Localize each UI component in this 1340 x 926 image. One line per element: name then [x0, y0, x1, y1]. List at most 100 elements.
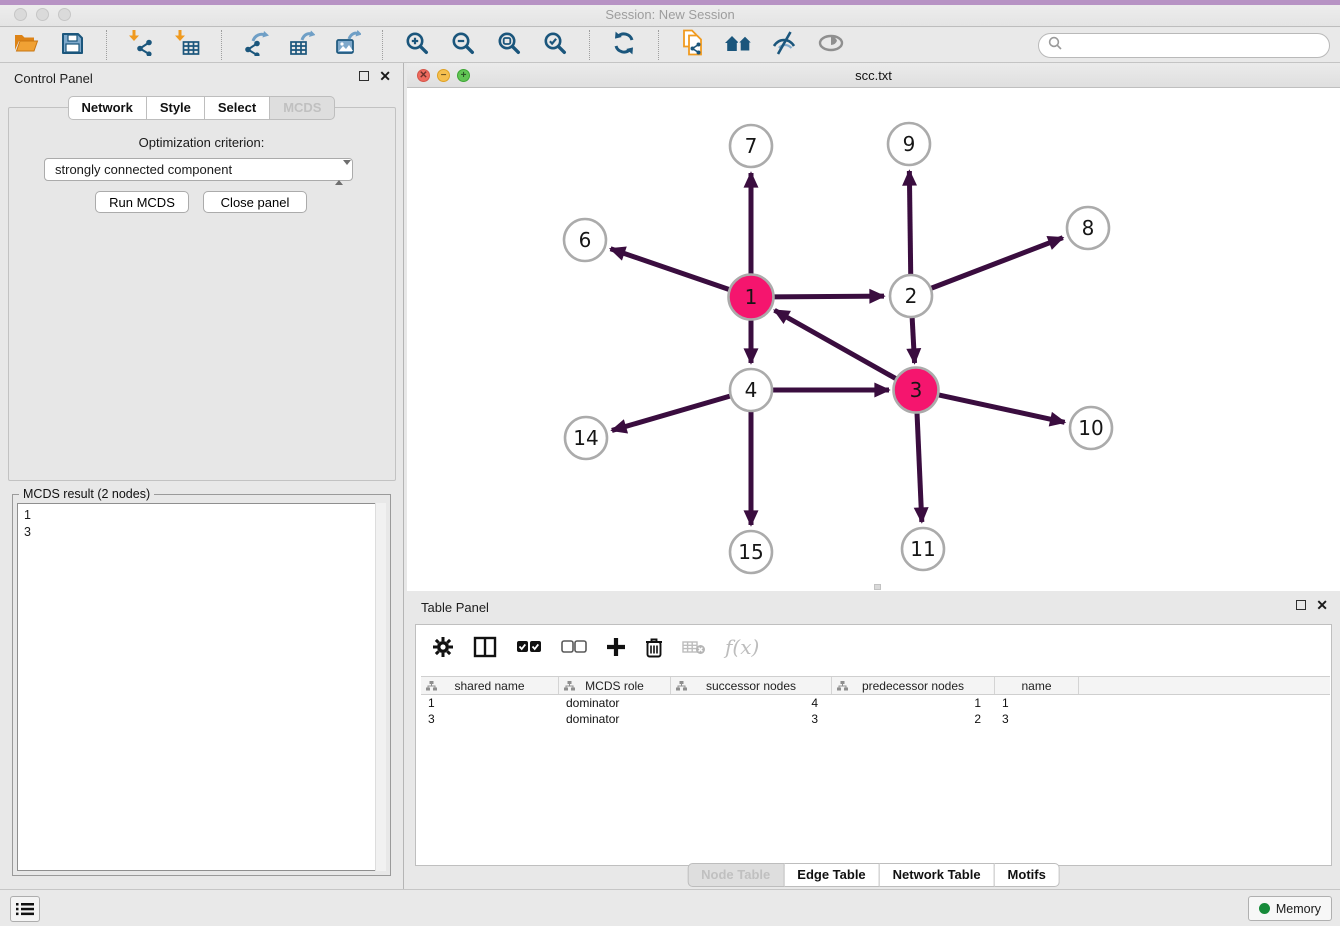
first-neighbors-button[interactable]	[723, 30, 755, 60]
window-title: Session: New Session	[0, 7, 1340, 22]
zoom-out-button[interactable]	[447, 30, 479, 60]
deselect-all-button[interactable]	[561, 640, 587, 654]
column-header-name[interactable]: name	[995, 677, 1079, 694]
column-header-successor-nodes[interactable]: successor nodes	[671, 677, 832, 694]
column-header-predecessor-nodes[interactable]: predecessor nodes	[832, 677, 995, 694]
delete-table-icon	[682, 639, 706, 655]
result-scrollbar[interactable]	[375, 503, 386, 871]
toggle-graphics-details-button[interactable]	[769, 30, 801, 60]
graph-edge-1-6[interactable]	[611, 249, 731, 290]
graph-node-label-1: 1	[745, 285, 758, 309]
delete-column-button[interactable]	[645, 637, 663, 658]
graph-edge-2-8[interactable]	[932, 238, 1063, 288]
search-input[interactable]	[1067, 38, 1320, 53]
open-session-button[interactable]	[10, 30, 42, 60]
graph-node-label-4: 4	[745, 378, 758, 402]
float-table-panel-icon[interactable]	[1296, 600, 1306, 610]
graph-edge-3-11[interactable]	[917, 412, 922, 522]
graph-node-label-6: 6	[579, 228, 592, 252]
list-icon	[16, 902, 34, 916]
mcds-result-text[interactable]: 1 3	[17, 503, 386, 871]
graph-node-label-8: 8	[1082, 216, 1095, 240]
app-titlebar: Session: New Session	[0, 0, 1340, 27]
eye-icon	[817, 32, 845, 59]
tab-select[interactable]: Select	[205, 96, 270, 120]
mcds-result-title: MCDS result (2 nodes)	[19, 487, 154, 501]
table-cell[interactable]: 3	[421, 711, 559, 727]
trash-icon	[645, 637, 663, 658]
network-canvas[interactable]: 7968124314101511	[407, 88, 1340, 591]
network-window-title: scc.txt	[407, 68, 1340, 83]
close-panel-button[interactable]: Close panel	[203, 191, 307, 213]
gear-icon	[432, 636, 454, 658]
table-panel-title: Table Panel	[421, 600, 489, 615]
graph-node-label-2: 2	[905, 284, 918, 308]
zoom-fit-icon	[497, 31, 521, 60]
export-network-icon	[243, 30, 269, 61]
control-panel-tabs: NetworkStyleSelectMCDS	[68, 96, 336, 120]
graph-node-label-3: 3	[910, 378, 923, 402]
close-panel-icon[interactable]: ✕	[379, 71, 391, 81]
network-view-window: ✕ − + scc.txt 7968124314101511	[407, 63, 1340, 591]
table-cell[interactable]: 4	[671, 695, 832, 711]
duplicate-network-button[interactable]	[677, 30, 709, 60]
refresh-view-button[interactable]	[608, 30, 640, 60]
table-cell[interactable]: 3	[671, 711, 832, 727]
column-header-shared-name[interactable]: shared name	[421, 677, 559, 694]
node-table: shared nameMCDS rolesuccessor nodesprede…	[421, 676, 1330, 727]
checked-boxes-icon	[516, 640, 542, 654]
zoom-selected-button[interactable]	[539, 30, 571, 60]
graph-edge-1-2[interactable]	[773, 296, 884, 297]
table-cell[interactable]: 1	[421, 695, 559, 711]
graph-edge-3-10[interactable]	[937, 395, 1064, 423]
table-panel-tabs: Node TableEdge TableNetwork TableMotifs	[687, 863, 1060, 887]
function-builder-button[interactable]: f(x)	[725, 635, 759, 659]
table-row[interactable]: 1dominator411	[421, 695, 1330, 711]
tab-edge-table[interactable]: Edge Table	[784, 863, 879, 887]
table-cell[interactable]: 1	[995, 695, 1079, 711]
graph-edge-3-1[interactable]	[775, 310, 897, 379]
tab-node-table[interactable]: Node Table	[687, 863, 784, 887]
delete-table-button[interactable]	[682, 639, 706, 655]
close-table-panel-icon[interactable]: ✕	[1316, 600, 1328, 610]
canvas-resize-handle[interactable]	[874, 584, 881, 590]
run-mcds-button[interactable]: Run MCDS	[95, 191, 189, 213]
save-session-button[interactable]	[56, 30, 88, 60]
table-settings-button[interactable]	[432, 636, 454, 658]
float-panel-icon[interactable]	[359, 71, 369, 81]
table-row[interactable]: 3dominator323	[421, 711, 1330, 727]
add-column-button[interactable]	[606, 637, 626, 657]
tab-network-table[interactable]: Network Table	[880, 863, 995, 887]
table-cell[interactable]: dominator	[559, 695, 671, 711]
table-cell[interactable]: dominator	[559, 711, 671, 727]
table-cell[interactable]: 3	[995, 711, 1079, 727]
tab-network[interactable]: Network	[68, 96, 147, 120]
graph-edge-2-3[interactable]	[912, 318, 914, 363]
table-cell[interactable]: 1	[832, 695, 995, 711]
zoom-fit-button[interactable]	[493, 30, 525, 60]
import-table-button[interactable]	[171, 30, 203, 60]
column-header-MCDS-role[interactable]: MCDS role	[559, 677, 671, 694]
graph-edge-2-9[interactable]	[909, 171, 910, 274]
optimization-criterion-select[interactable]: strongly connected component	[44, 158, 353, 181]
graph-edge-4-14[interactable]	[612, 396, 730, 430]
import-network-button[interactable]	[125, 30, 157, 60]
memory-status-icon	[1259, 903, 1270, 914]
tab-motifs[interactable]: Motifs	[995, 863, 1060, 887]
birds-eye-view-button[interactable]	[815, 30, 847, 60]
export-image-button[interactable]	[332, 30, 364, 60]
unchecked-boxes-icon	[561, 640, 587, 654]
task-history-button[interactable]	[10, 896, 40, 922]
zoom-in-button[interactable]	[401, 30, 433, 60]
graph-node-label-7: 7	[745, 134, 758, 158]
tab-style[interactable]: Style	[147, 96, 205, 120]
memory-button[interactable]: Memory	[1248, 896, 1332, 921]
search-field[interactable]	[1038, 33, 1330, 58]
table-cell[interactable]: 2	[832, 711, 995, 727]
export-table-button[interactable]	[286, 30, 318, 60]
show-columns-button[interactable]	[473, 636, 497, 658]
tab-mcds[interactable]: MCDS	[270, 96, 335, 120]
export-network-button[interactable]	[240, 30, 272, 60]
select-all-button[interactable]	[516, 640, 542, 654]
toolbar-separator	[382, 30, 383, 60]
